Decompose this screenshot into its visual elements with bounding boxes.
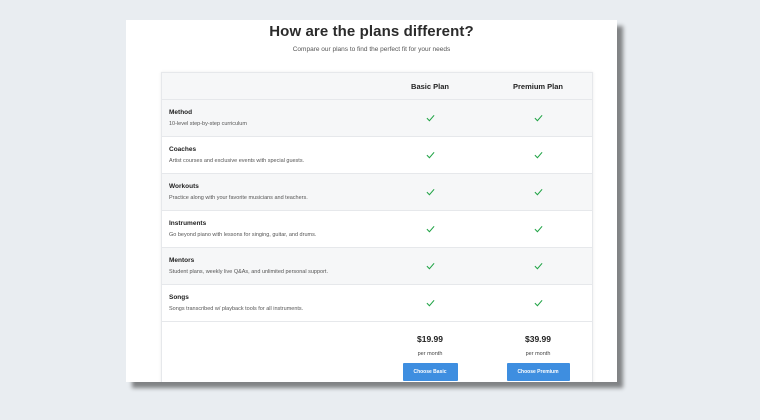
page-subtitle: Compare our plans to find the perfect fi… (292, 46, 451, 53)
choose-basic-button[interactable]: Choose Basic (402, 363, 458, 381)
check-icon (534, 262, 543, 270)
basic-plan-header: Basic Plan (411, 81, 449, 91)
check-icon (426, 151, 435, 159)
check-icon (426, 188, 435, 196)
check-icon (534, 188, 543, 196)
choose-premium-button[interactable]: Choose Premium (506, 363, 570, 381)
table-header-row: Basic Plan Premium Plan (162, 73, 592, 100)
feature-row-instruments: Instruments Go beyond piano with lessons… (162, 211, 592, 248)
feature-description: 10-level step-by-step curriculum (169, 121, 247, 127)
check-icon (534, 299, 543, 307)
feature-description: Songs transcribed w/ playback tools for … (169, 306, 304, 312)
check-icon (534, 151, 543, 159)
check-icon (426, 225, 435, 233)
check-icon (534, 225, 543, 233)
feature-row-mentors: Mentors Student plans, weekly live Q&As,… (162, 248, 592, 285)
premium-plan-header: Premium Plan (512, 81, 564, 91)
pricing-spacer (162, 322, 376, 382)
feature-name: Workouts (169, 183, 199, 190)
feature-row-method: Method 10-level step-by-step curriculum (162, 100, 592, 137)
feature-name: Mentors (169, 257, 195, 264)
plan-comparison-table: Basic Plan Premium Plan Method 10-level … (161, 72, 593, 382)
feature-row-coaches: Coaches Artist courses and exclusive eve… (162, 137, 592, 174)
page-title: How are the plans different? (269, 23, 474, 40)
feature-name: Coaches (169, 146, 197, 153)
feature-name: Method (169, 109, 193, 116)
feature-description: Student plans, weekly live Q&As, and unl… (169, 269, 328, 275)
basic-plan-pricing: $19.99 per month Choose Basic (376, 322, 484, 382)
feature-name: Instruments (169, 220, 207, 227)
premium-plan-pricing: $39.99 per month Choose Premium (484, 322, 592, 382)
feature-description: Artist courses and exclusive events with… (169, 158, 305, 164)
feature-description: Go beyond piano with lessons for singing… (169, 232, 317, 238)
basic-period: per month (417, 351, 443, 357)
premium-price: $39.99 (525, 334, 551, 344)
feature-row-workouts: Workouts Practice along with your favori… (162, 174, 592, 211)
check-icon (426, 299, 435, 307)
check-icon (426, 262, 435, 270)
feature-name: Songs (169, 294, 189, 301)
check-icon (534, 114, 543, 122)
pricing-row: $19.99 per month Choose Basic $39.99 per… (162, 322, 592, 382)
comparison-page: How are the plans different? Compare our… (126, 20, 617, 382)
feature-description: Practice along with your favorite musici… (169, 195, 308, 201)
feature-row-songs: Songs Songs transcribed w/ playback tool… (162, 285, 592, 322)
premium-period: per month (525, 351, 551, 357)
basic-price: $19.99 (417, 334, 443, 344)
check-icon (426, 114, 435, 122)
